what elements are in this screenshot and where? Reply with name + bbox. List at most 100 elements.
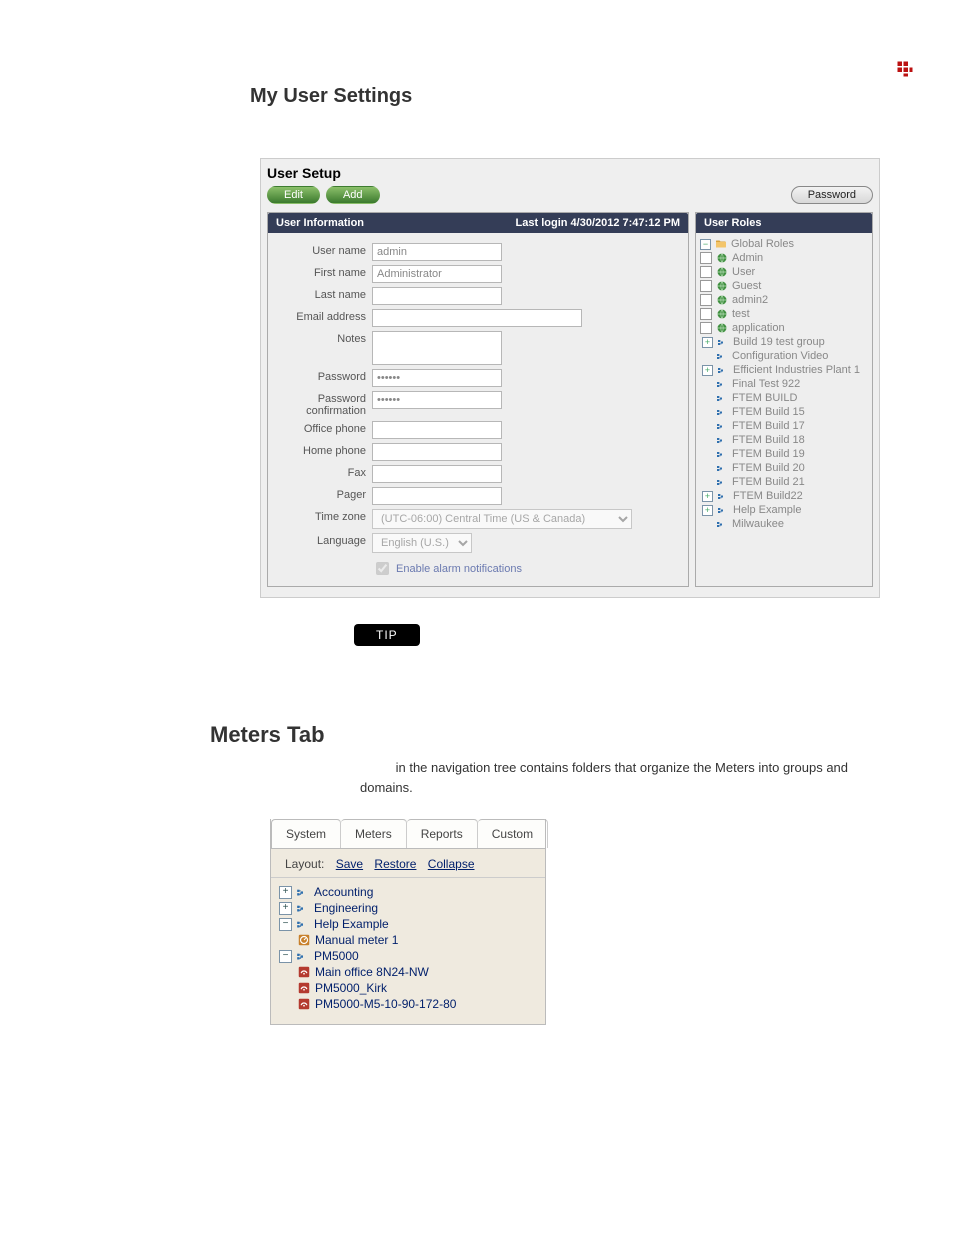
fax-input[interactable]: [372, 465, 502, 483]
email-input[interactable]: [372, 309, 582, 327]
collapse-icon[interactable]: −: [279, 918, 292, 931]
role-group[interactable]: FTEM BUILD: [732, 392, 797, 404]
role-item[interactable]: application: [732, 322, 785, 334]
group-icon: [296, 885, 310, 899]
user-info-header: User Information: [276, 217, 364, 229]
layout-collapse-link[interactable]: Collapse: [428, 857, 475, 871]
role-checkbox[interactable]: [700, 308, 712, 320]
role-group[interactable]: Configuration Video: [732, 350, 828, 362]
role-checkbox[interactable]: [700, 252, 712, 264]
fax-label: Fax: [276, 465, 372, 479]
tree-node-meter[interactable]: PM5000-M5-10-90-172-80: [315, 997, 456, 1011]
tree-node-help-example[interactable]: Help Example: [314, 917, 389, 931]
user-name-input[interactable]: [372, 243, 502, 261]
expand-icon[interactable]: +: [702, 491, 713, 502]
role-item[interactable]: User: [732, 266, 755, 278]
layout-restore-link[interactable]: Restore: [374, 857, 416, 871]
tree-node-pm5000[interactable]: PM5000: [314, 949, 359, 963]
role-group[interactable]: FTEM Build 20: [732, 462, 805, 474]
group-icon: [716, 476, 728, 488]
notes-label: Notes: [276, 331, 372, 345]
first-name-label: First name: [276, 265, 372, 279]
roles-global[interactable]: Global Roles: [731, 238, 794, 250]
group-icon: [716, 462, 728, 474]
last-name-label: Last name: [276, 287, 372, 301]
collapse-icon[interactable]: −: [700, 239, 711, 250]
role-group[interactable]: Build 19 test group: [733, 336, 825, 348]
role-checkbox[interactable]: [700, 294, 712, 306]
tip-badge: TIP: [354, 624, 420, 646]
alarm-notifications-label: Enable alarm notifications: [396, 563, 522, 575]
nav-tabs: System Meters Reports Custom: [271, 819, 545, 849]
role-group[interactable]: FTEM Build 19: [732, 448, 805, 460]
alarm-notifications-checkbox[interactable]: [376, 562, 389, 575]
notes-input[interactable]: [372, 331, 502, 365]
last-name-input[interactable]: [372, 287, 502, 305]
role-group[interactable]: Final Test 922: [732, 378, 800, 390]
group-icon: [716, 420, 728, 432]
meter-icon: [297, 933, 311, 947]
globe-icon: [716, 266, 728, 278]
user-name-label: User name: [276, 243, 372, 257]
layout-label: Layout:: [285, 857, 324, 871]
password-conf-input[interactable]: [372, 391, 502, 409]
tab-reports[interactable]: Reports: [407, 819, 478, 848]
role-group[interactable]: FTEM Build 17: [732, 420, 805, 432]
logo-icon: [896, 60, 914, 81]
expand-icon[interactable]: +: [702, 337, 713, 348]
role-group[interactable]: Help Example: [733, 504, 801, 516]
expand-icon[interactable]: +: [279, 886, 292, 899]
group-icon: [716, 392, 728, 404]
role-group[interactable]: Milwaukee: [732, 518, 784, 530]
user-information-panel: User Information Last login 4/30/2012 7:…: [267, 212, 689, 587]
meter-icon: [297, 997, 311, 1011]
meter-icon: [297, 965, 311, 979]
edit-button[interactable]: Edit: [267, 186, 320, 204]
tree-node-meter[interactable]: Main office 8N24-NW: [315, 965, 429, 979]
role-checkbox[interactable]: [700, 266, 712, 278]
layout-save-link[interactable]: Save: [336, 857, 363, 871]
group-icon: [716, 448, 728, 460]
tree-node-manual-meter[interactable]: Manual meter 1: [315, 933, 398, 947]
expand-icon[interactable]: +: [702, 365, 713, 376]
globe-icon: [716, 294, 728, 306]
timezone-select[interactable]: (UTC-06:00) Central Time (US & Canada): [372, 509, 632, 529]
tab-custom[interactable]: Custom: [478, 819, 548, 848]
collapse-icon[interactable]: −: [279, 950, 292, 963]
tree-node-accounting[interactable]: Accounting: [314, 885, 373, 899]
office-phone-input[interactable]: [372, 421, 502, 439]
first-name-input[interactable]: [372, 265, 502, 283]
user-setup-panel: User Setup Edit Add Password User Inform…: [260, 158, 880, 598]
user-setup-toolbar: Edit Add Password: [261, 183, 879, 212]
meters-tree[interactable]: + Accounting + Engineering − Help Example M…: [271, 878, 545, 1024]
role-group[interactable]: Efficient Industries Plant 1: [733, 364, 860, 376]
pager-input[interactable]: [372, 487, 502, 505]
globe-icon: [716, 280, 728, 292]
role-group[interactable]: FTEM Build 15: [732, 406, 805, 418]
role-item[interactable]: Admin: [732, 252, 763, 264]
tree-node-engineering[interactable]: Engineering: [314, 901, 378, 915]
home-phone-input[interactable]: [372, 443, 502, 461]
role-checkbox[interactable]: [700, 322, 712, 334]
role-group[interactable]: FTEM Build 21: [732, 476, 805, 488]
tab-system[interactable]: System: [271, 819, 341, 848]
group-icon: [716, 406, 728, 418]
role-group[interactable]: FTEM Build22: [733, 490, 803, 502]
user-setup-title: User Setup: [261, 159, 879, 183]
tree-node-meter[interactable]: PM5000_Kirk: [315, 981, 387, 995]
role-item[interactable]: Guest: [732, 280, 761, 292]
roles-tree[interactable]: − Global Roles Admin User Guest admin2 te…: [696, 233, 872, 535]
expand-icon[interactable]: +: [702, 505, 713, 516]
tab-meters[interactable]: Meters: [341, 819, 407, 848]
role-checkbox[interactable]: [700, 280, 712, 292]
expand-icon[interactable]: +: [279, 902, 292, 915]
group-icon: [717, 490, 729, 502]
role-group[interactable]: FTEM Build 18: [732, 434, 805, 446]
password-button[interactable]: Password: [791, 186, 873, 204]
password-input[interactable]: [372, 369, 502, 387]
role-item[interactable]: admin2: [732, 294, 768, 306]
group-icon: [717, 504, 729, 516]
add-button[interactable]: Add: [326, 186, 380, 204]
role-item[interactable]: test: [732, 308, 750, 320]
language-select[interactable]: English (U.S.): [372, 533, 472, 553]
